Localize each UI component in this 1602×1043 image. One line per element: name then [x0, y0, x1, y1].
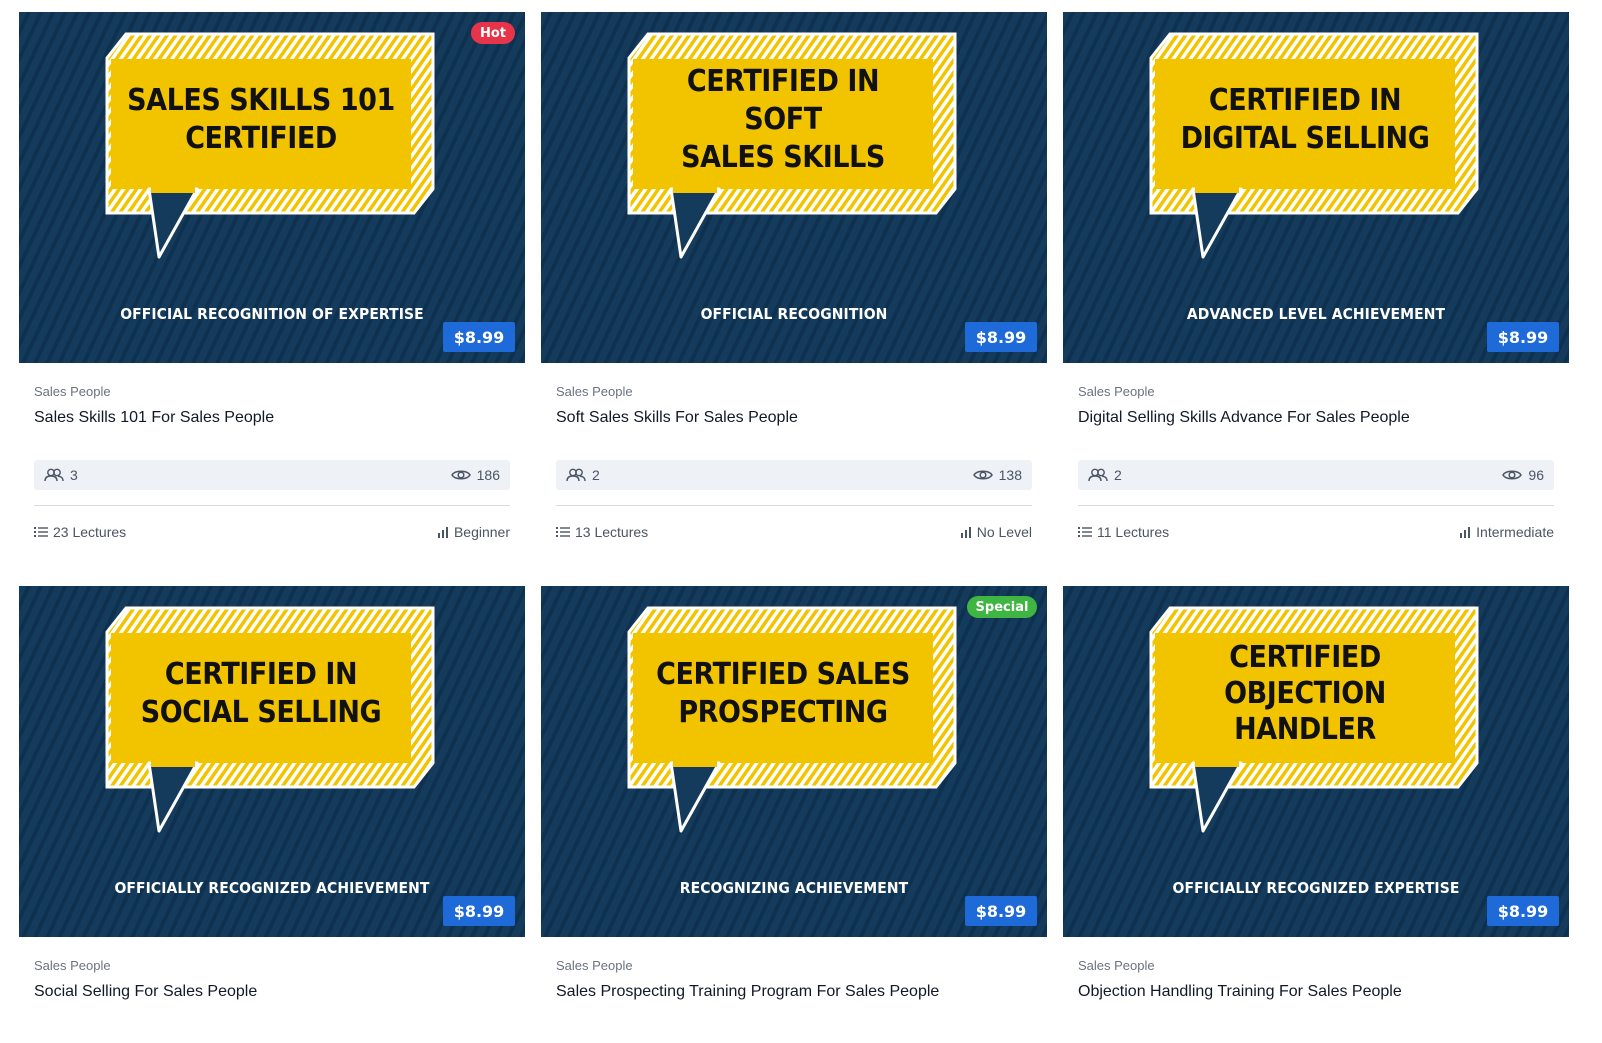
- course-stats: 3 186: [34, 460, 510, 490]
- hot-badge: Hot: [471, 22, 515, 44]
- eye-icon: [972, 470, 993, 480]
- course-stats: 2 96: [1078, 460, 1554, 490]
- course-thumbnail[interactable]: SALES SKILLS 101 CERTIFIED OFFICIAL RECO…: [19, 12, 525, 363]
- course-title[interactable]: Soft Sales Skills For Sales People: [556, 409, 798, 427]
- thumbnail-subtitle: RECOGNIZING ACHIEVEMENT: [679, 879, 909, 897]
- level-bars-icon: [437, 527, 448, 538]
- headline-line: CERTIFIED IN: [1208, 83, 1402, 118]
- students-icon: [566, 468, 586, 482]
- thumbnail-headline: CERTIFIED SALES PROSPECTING: [648, 624, 918, 764]
- course-category[interactable]: Sales People: [556, 958, 633, 973]
- headline-line: CERTIFIED IN SOFT: [686, 64, 880, 137]
- course-stats: 2 138: [556, 460, 1032, 490]
- thumbnail-subtitle: OFFICIAL RECOGNITION: [700, 305, 888, 323]
- level-bars-icon: [1460, 527, 1471, 538]
- headline-line: CERTIFIED SALES: [656, 657, 910, 692]
- lectures-info: 13 Lectures: [556, 522, 648, 542]
- course-title[interactable]: Sales Prospecting Training Program For S…: [556, 983, 939, 1001]
- level-label: No Level: [976, 524, 1032, 540]
- views-count: 186: [476, 467, 500, 483]
- list-icon: [34, 527, 48, 537]
- eye-icon: [1502, 470, 1523, 480]
- headline-line: CERTIFIED: [1229, 640, 1381, 675]
- course-category[interactable]: Sales People: [34, 384, 111, 399]
- course-title[interactable]: Social Selling For Sales People: [34, 983, 257, 1001]
- students-count: 2: [592, 467, 600, 483]
- course-category[interactable]: Sales People: [34, 958, 111, 973]
- thumbnail-headline: SALES SKILLS 101 CERTIFIED: [126, 50, 396, 190]
- price-badge: $8.99: [1487, 896, 1559, 926]
- course-thumbnail[interactable]: CERTIFIED IN SOFT SALES SKILLS OFFICIAL …: [541, 12, 1047, 363]
- students-icon: [1088, 468, 1108, 482]
- course-category[interactable]: Sales People: [1078, 958, 1155, 973]
- students-icon: [44, 468, 64, 482]
- views-count: 96: [1528, 467, 1544, 483]
- divider: [556, 505, 1032, 506]
- level-info: Beginner: [437, 522, 510, 542]
- course-thumbnail[interactable]: CERTIFIED IN SOCIAL SELLING OFFICIALLY R…: [19, 586, 525, 937]
- headline-line: PROSPECTING: [678, 695, 888, 730]
- special-badge: Special: [967, 596, 1037, 618]
- thumbnail-subtitle: OFFICIALLY RECOGNIZED ACHIEVEMENT: [114, 879, 430, 897]
- list-icon: [1078, 527, 1092, 537]
- headline-line: DIGITAL SELLING: [1180, 121, 1430, 156]
- price-badge: $8.99: [965, 322, 1037, 352]
- course-thumbnail[interactable]: CERTIFIED OBJECTION HANDLER OFFICIALLY R…: [1063, 586, 1569, 937]
- headline-line: CERTIFIED: [185, 121, 337, 156]
- thumbnail-subtitle: ADVANCED LEVEL ACHIEVEMENT: [1186, 305, 1446, 323]
- price-badge: $8.99: [965, 896, 1037, 926]
- price-badge: $8.99: [443, 322, 515, 352]
- headline-line: OBJECTION: [1224, 676, 1386, 711]
- level-label: Beginner: [453, 524, 510, 540]
- course-title[interactable]: Digital Selling Skills Advance For Sales…: [1078, 409, 1410, 427]
- thumbnail-headline: CERTIFIED IN SOCIAL SELLING: [126, 624, 396, 764]
- list-icon: [556, 527, 570, 537]
- lectures-count: 11 Lectures: [1097, 524, 1170, 540]
- headline-line: HANDLER: [1234, 712, 1376, 747]
- level-bars-icon: [960, 527, 971, 538]
- lectures-count: 13 Lectures: [575, 524, 649, 540]
- students-count: 2: [1114, 467, 1122, 483]
- thumbnail-subtitle: OFFICIALLY RECOGNIZED EXPERTISE: [1172, 879, 1460, 897]
- level-label: Intermediate: [1476, 524, 1554, 540]
- lectures-count: 23 Lectures: [53, 524, 127, 540]
- course-thumbnail[interactable]: CERTIFIED IN DIGITAL SELLING ADVANCED LE…: [1063, 12, 1569, 363]
- course-title[interactable]: Sales Skills 101 For Sales People: [34, 409, 274, 427]
- thumbnail-headline: CERTIFIED IN DIGITAL SELLING: [1170, 50, 1440, 190]
- course-category[interactable]: Sales People: [1078, 384, 1155, 399]
- students-count: 3: [70, 467, 78, 483]
- eye-icon: [450, 470, 471, 480]
- price-badge: $8.99: [1487, 322, 1559, 352]
- views-count: 138: [998, 467, 1022, 483]
- price-badge: $8.99: [443, 896, 515, 926]
- headline-line: SOCIAL SELLING: [140, 695, 382, 730]
- thumbnail-headline: CERTIFIED IN SOFT SALES SKILLS: [648, 50, 918, 190]
- level-info: No Level: [960, 522, 1032, 542]
- course-category[interactable]: Sales People: [556, 384, 633, 399]
- course-thumbnail[interactable]: CERTIFIED SALES PROSPECTING RECOGNIZING …: [541, 586, 1047, 937]
- headline-line: SALES SKILLS: [681, 140, 885, 175]
- course-title[interactable]: Objection Handling Training For Sales Pe…: [1078, 983, 1402, 1001]
- lectures-info: 11 Lectures: [1078, 522, 1169, 542]
- headline-line: SALES SKILLS 101: [127, 83, 395, 118]
- lectures-info: 23 Lectures: [34, 522, 126, 542]
- level-info: Intermediate: [1459, 522, 1554, 542]
- divider: [34, 505, 510, 506]
- thumbnail-subtitle: OFFICIAL RECOGNITION OF EXPERTISE: [120, 305, 424, 323]
- headline-line: CERTIFIED IN: [164, 657, 358, 692]
- thumbnail-headline: CERTIFIED OBJECTION HANDLER: [1170, 624, 1440, 764]
- divider: [1078, 505, 1554, 506]
